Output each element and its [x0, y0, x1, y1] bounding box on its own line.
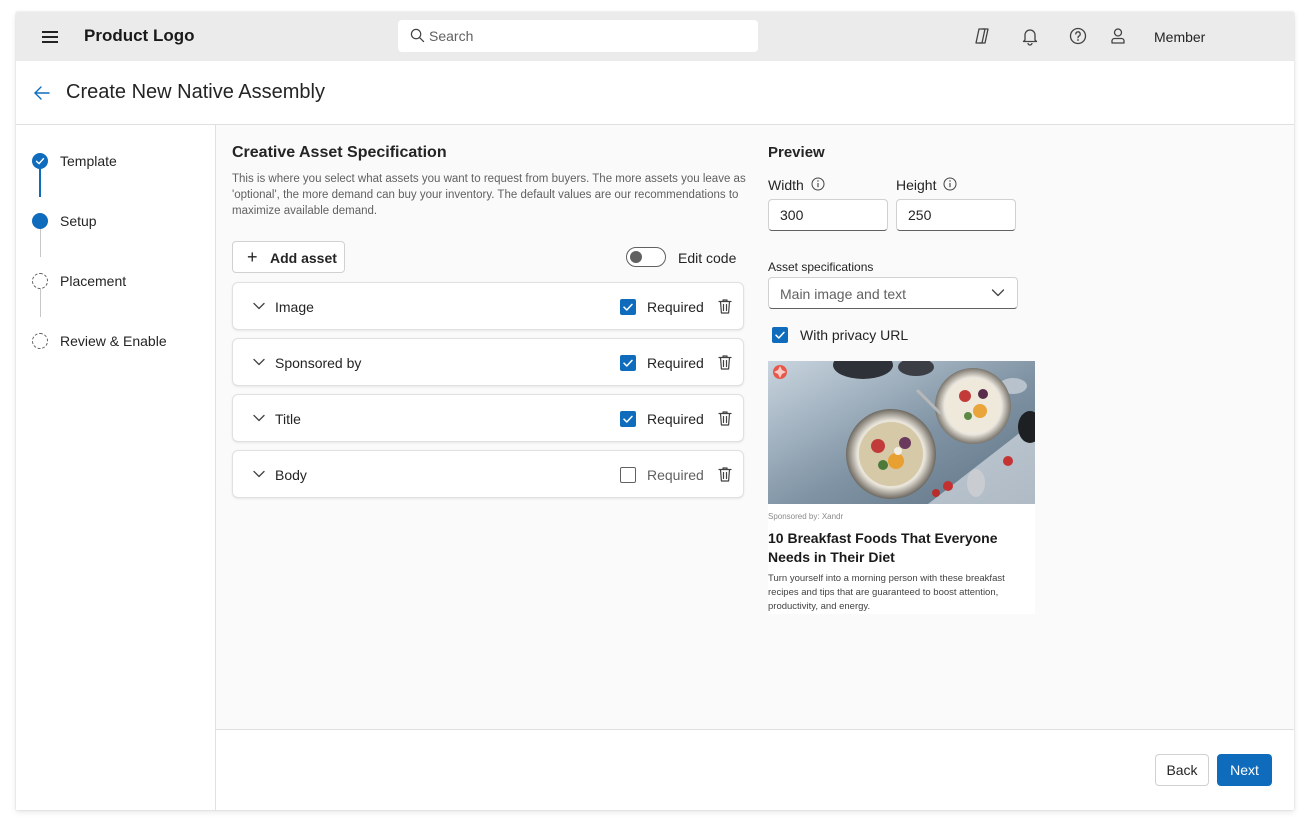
spec-description: This is where you select what assets you… — [232, 173, 746, 217]
required-checkbox[interactable] — [620, 299, 636, 315]
width-field[interactable] — [768, 199, 888, 231]
next-button[interactable]: Next — [1217, 754, 1272, 786]
chevron-down-icon — [991, 289, 1005, 297]
info-icon[interactable] — [943, 177, 957, 191]
spec-title: Creative Asset Specification — [232, 144, 447, 161]
ad-body: Turn yourself into a morning person with… — [768, 573, 1005, 612]
width-label: Width — [768, 177, 804, 193]
delete-icon[interactable] — [717, 354, 733, 371]
required-checkbox[interactable] — [620, 467, 636, 483]
privacy-url-label: With privacy URL — [800, 327, 909, 343]
required-checkbox[interactable] — [620, 411, 636, 427]
edit-code-toggle[interactable] — [626, 247, 666, 267]
chevron-down-icon[interactable] — [253, 302, 265, 310]
required-label: Required — [647, 299, 704, 315]
product-logo[interactable]: Product Logo — [84, 26, 194, 46]
app-window: Product Logo Member — [16, 12, 1294, 810]
search-icon — [410, 28, 425, 43]
dropdown-value: Main image and text — [780, 286, 907, 302]
ad-sponsor: Sponsored by: Xandr — [768, 512, 844, 521]
person-icon[interactable] — [1108, 26, 1128, 46]
pending-step-icon — [32, 333, 48, 349]
top-bar: Product Logo Member — [16, 12, 1294, 61]
chevron-down-icon[interactable] — [253, 470, 265, 478]
required-label: Required — [647, 467, 704, 483]
info-icon[interactable] — [811, 177, 825, 191]
preview-title: Preview — [768, 144, 825, 161]
width-input[interactable] — [769, 200, 887, 230]
height-input[interactable] — [897, 200, 1015, 230]
checkmark-icon — [32, 153, 48, 169]
step-label: Template — [60, 153, 117, 169]
toggle-knob — [630, 251, 642, 263]
delete-icon[interactable] — [717, 466, 733, 483]
main-content: Creative Asset Specification This is whe… — [216, 125, 1294, 729]
native-ad-preview: Sponsored by: Xandr 10 Breakfast Foods T… — [768, 361, 1035, 614]
search-input[interactable] — [429, 20, 749, 52]
copilot-icon[interactable] — [972, 26, 992, 46]
delete-icon[interactable] — [717, 298, 733, 315]
required-checkbox[interactable] — [620, 355, 636, 371]
hamburger-menu-icon[interactable] — [40, 28, 60, 44]
search-box[interactable] — [398, 20, 758, 52]
asset-name: Body — [275, 467, 307, 483]
chevron-down-icon[interactable] — [253, 358, 265, 366]
height-field[interactable] — [896, 199, 1016, 231]
height-label: Height — [896, 177, 937, 193]
step-label: Setup — [60, 213, 97, 229]
step-label: Placement — [60, 273, 127, 289]
user-name[interactable]: Member — [1154, 29, 1205, 45]
add-asset-label: Add asset — [270, 250, 337, 266]
back-button[interactable]: Back — [1155, 754, 1209, 786]
asset-name: Title — [275, 411, 301, 427]
privacy-url-checkbox[interactable] — [772, 327, 788, 343]
asset-spec-dropdown[interactable]: Main image and text — [768, 277, 1018, 309]
current-step-icon — [32, 213, 48, 229]
pending-step-icon — [32, 273, 48, 289]
ad-image — [768, 361, 1035, 504]
chevron-down-icon[interactable] — [253, 414, 265, 422]
asset-row-body: Body Required — [232, 450, 744, 498]
footer-bar: Back Next — [216, 729, 1294, 810]
edit-code-label: Edit code — [678, 250, 737, 266]
asset-name: Sponsored by — [275, 355, 362, 371]
asset-row-sponsored-by: Sponsored by Required — [232, 338, 744, 386]
delete-icon[interactable] — [717, 410, 733, 427]
add-asset-button[interactable]: + Add asset — [232, 241, 345, 273]
page-header: Create New Native Assembly — [16, 61, 1294, 125]
back-arrow-icon[interactable] — [32, 83, 52, 103]
page-title: Create New Native Assembly — [66, 81, 325, 103]
help-icon[interactable] — [1068, 26, 1088, 46]
asset-row-image: Image Required — [232, 282, 744, 330]
asset-name: Image — [275, 299, 314, 315]
required-label: Required — [647, 411, 704, 427]
required-label: Required — [647, 355, 704, 371]
plus-icon: + — [247, 247, 258, 267]
bell-icon[interactable] — [1020, 26, 1040, 46]
asset-spec-label: Asset specifications — [768, 260, 874, 274]
asset-row-title: Title Required — [232, 394, 744, 442]
step-label: Review & Enable — [60, 333, 167, 349]
ad-title: 10 Breakfast Foods That Everyone Needs i… — [768, 530, 998, 565]
wizard-stepper: Template Setup Placement Review & Enable — [16, 125, 216, 810]
